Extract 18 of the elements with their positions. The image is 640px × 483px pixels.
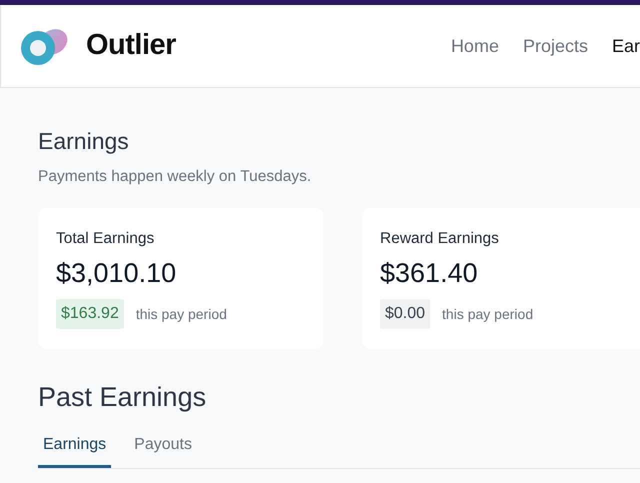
nav-link[interactable]: Projects [522, 32, 588, 60]
page-subtitle: Payments happen weekly on Tuesdays. [38, 166, 312, 187]
page-title: Earnings [38, 128, 130, 156]
card-title: Reward Earnings [380, 228, 500, 249]
period-label: this pay period [442, 304, 534, 324]
nav-link[interactable]: Ear [612, 32, 640, 60]
section-title: Past Earnings [38, 380, 208, 414]
period-amount-badge: $0.00 [380, 299, 430, 330]
period-label: this pay period [136, 304, 227, 324]
earnings-amount: $3,010.10 [56, 257, 178, 290]
nav-link[interactable]: Home [450, 32, 499, 60]
logo-icon [20, 26, 70, 66]
tab[interactable]: Payouts [129, 427, 197, 468]
tab[interactable]: Earnings [38, 427, 112, 468]
earnings-amount: $361.40 [380, 257, 479, 290]
period-amount-badge: $163.92 [56, 299, 124, 330]
card-title: Total Earnings [56, 228, 156, 249]
brand-name: Outlier [86, 28, 176, 64]
